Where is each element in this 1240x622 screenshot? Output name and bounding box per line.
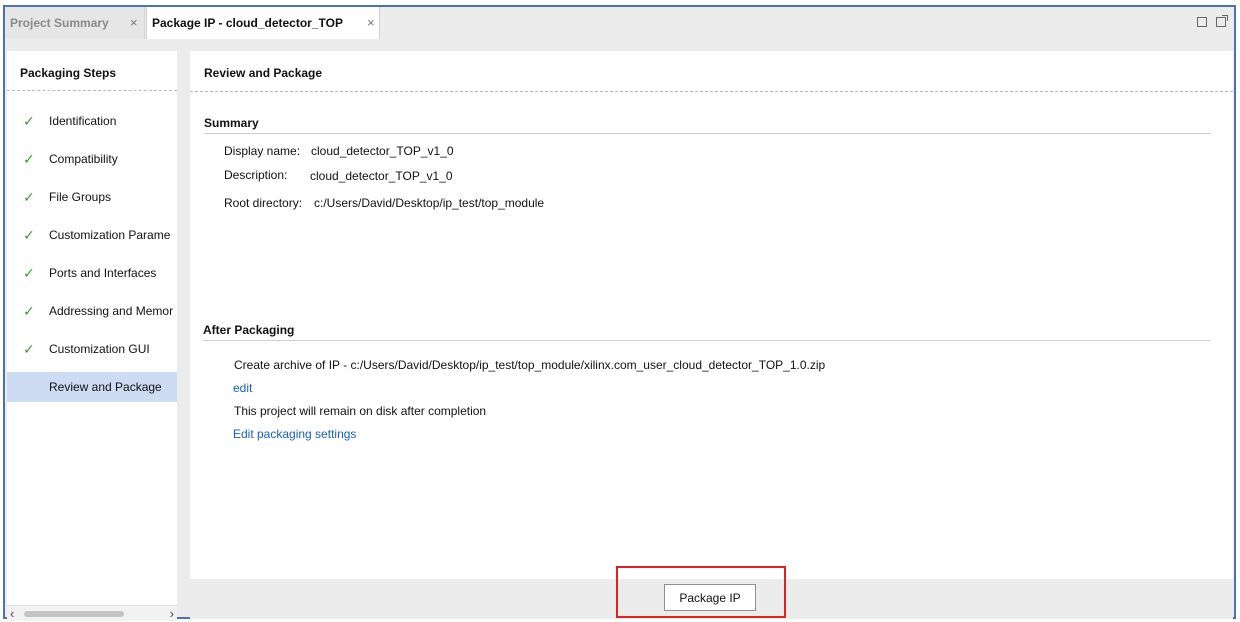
page-title: Review and Package [204,66,323,80]
close-icon[interactable]: × [130,16,138,29]
display-name-label: Display name: [224,144,301,158]
root-directory-label: Root directory: [224,196,303,210]
display-name-value: cloud_detector_TOP_v1_0 [311,144,454,158]
divider [7,90,177,91]
window-controls [1197,15,1228,27]
remain-on-disk-text: This project will remain on disk after c… [234,404,487,418]
checkmark-icon: ✓ [23,302,35,319]
checkmark-icon: ✓ [23,112,35,129]
step-ports-and-interfaces[interactable]: ✓ Ports and Interfaces [7,258,177,288]
tab-label: Package IP - cloud_detector_TOP [152,16,343,30]
edit-packaging-settings-link[interactable]: Edit packaging settings [233,427,356,441]
chevron-right-icon[interactable]: › [170,606,174,621]
checkmark-icon: ✓ [23,188,35,205]
tab-bar: Project Summary × Package IP - cloud_det… [5,7,1234,39]
description-label: Description: [224,168,288,182]
step-label: Identification [49,114,117,128]
step-label: File Groups [49,190,112,204]
checkmark-icon: ✓ [23,264,35,281]
footer-bar: Package IP [190,566,1233,619]
step-review-and-package[interactable]: Review and Package [7,372,177,402]
tab-project-summary[interactable]: Project Summary × [5,7,145,39]
divider [190,91,1233,92]
checkmark-icon: ✓ [23,340,35,357]
horizontal-scrollbar[interactable]: ‹ › [7,605,177,621]
close-icon[interactable]: × [367,16,375,29]
description-value: cloud_detector_TOP_v1_0 [310,169,453,183]
root-directory-value: c:/Users/David/Desktop/ip_test/top_modul… [314,196,545,210]
edit-link[interactable]: edit [233,381,252,395]
panel-title: Packaging Steps [20,66,117,80]
step-identification[interactable]: ✓ Identification [7,106,177,136]
section-divider [204,133,1211,134]
chevron-left-icon[interactable]: ‹ [10,606,14,621]
section-divider [203,340,1211,341]
highlight-box [616,566,786,618]
checkmark-icon: ✓ [23,150,35,167]
step-label: Customization GUI [49,342,150,356]
step-file-groups[interactable]: ✓ File Groups [7,182,177,212]
summary-title: Summary [204,116,259,130]
package-ip-window: Project Summary × Package IP - cloud_det… [3,5,1236,621]
step-compatibility[interactable]: ✓ Compatibility [7,144,177,174]
step-label: Compatibility [49,152,118,166]
review-panel: Review and Package Summary Display name:… [190,51,1233,579]
checkmark-icon: ✓ [23,226,35,243]
scrollbar-thumb[interactable] [24,611,124,617]
step-addressing-and-memory[interactable]: ✓ Addressing and Memor [7,296,177,326]
archive-text: Create archive of IP - c:/Users/David/De… [234,358,826,372]
maximize-icon[interactable] [1197,17,1207,27]
tab-package-ip[interactable]: Package IP - cloud_detector_TOP × [146,7,380,39]
step-label: Ports and Interfaces [49,266,157,280]
tab-label: Project Summary [10,16,109,30]
float-icon[interactable] [1216,15,1228,27]
packaging-steps-panel: Packaging Steps ✓ Identification ✓ Compa… [7,51,177,621]
after-packaging-title: After Packaging [203,323,295,337]
step-customization-gui[interactable]: ✓ Customization GUI [7,334,177,364]
step-customization-parameters[interactable]: ✓ Customization Parame [7,220,177,250]
step-label: Customization Parame [49,228,171,242]
step-label: Review and Package [49,380,162,394]
step-label: Addressing and Memor [49,304,174,318]
